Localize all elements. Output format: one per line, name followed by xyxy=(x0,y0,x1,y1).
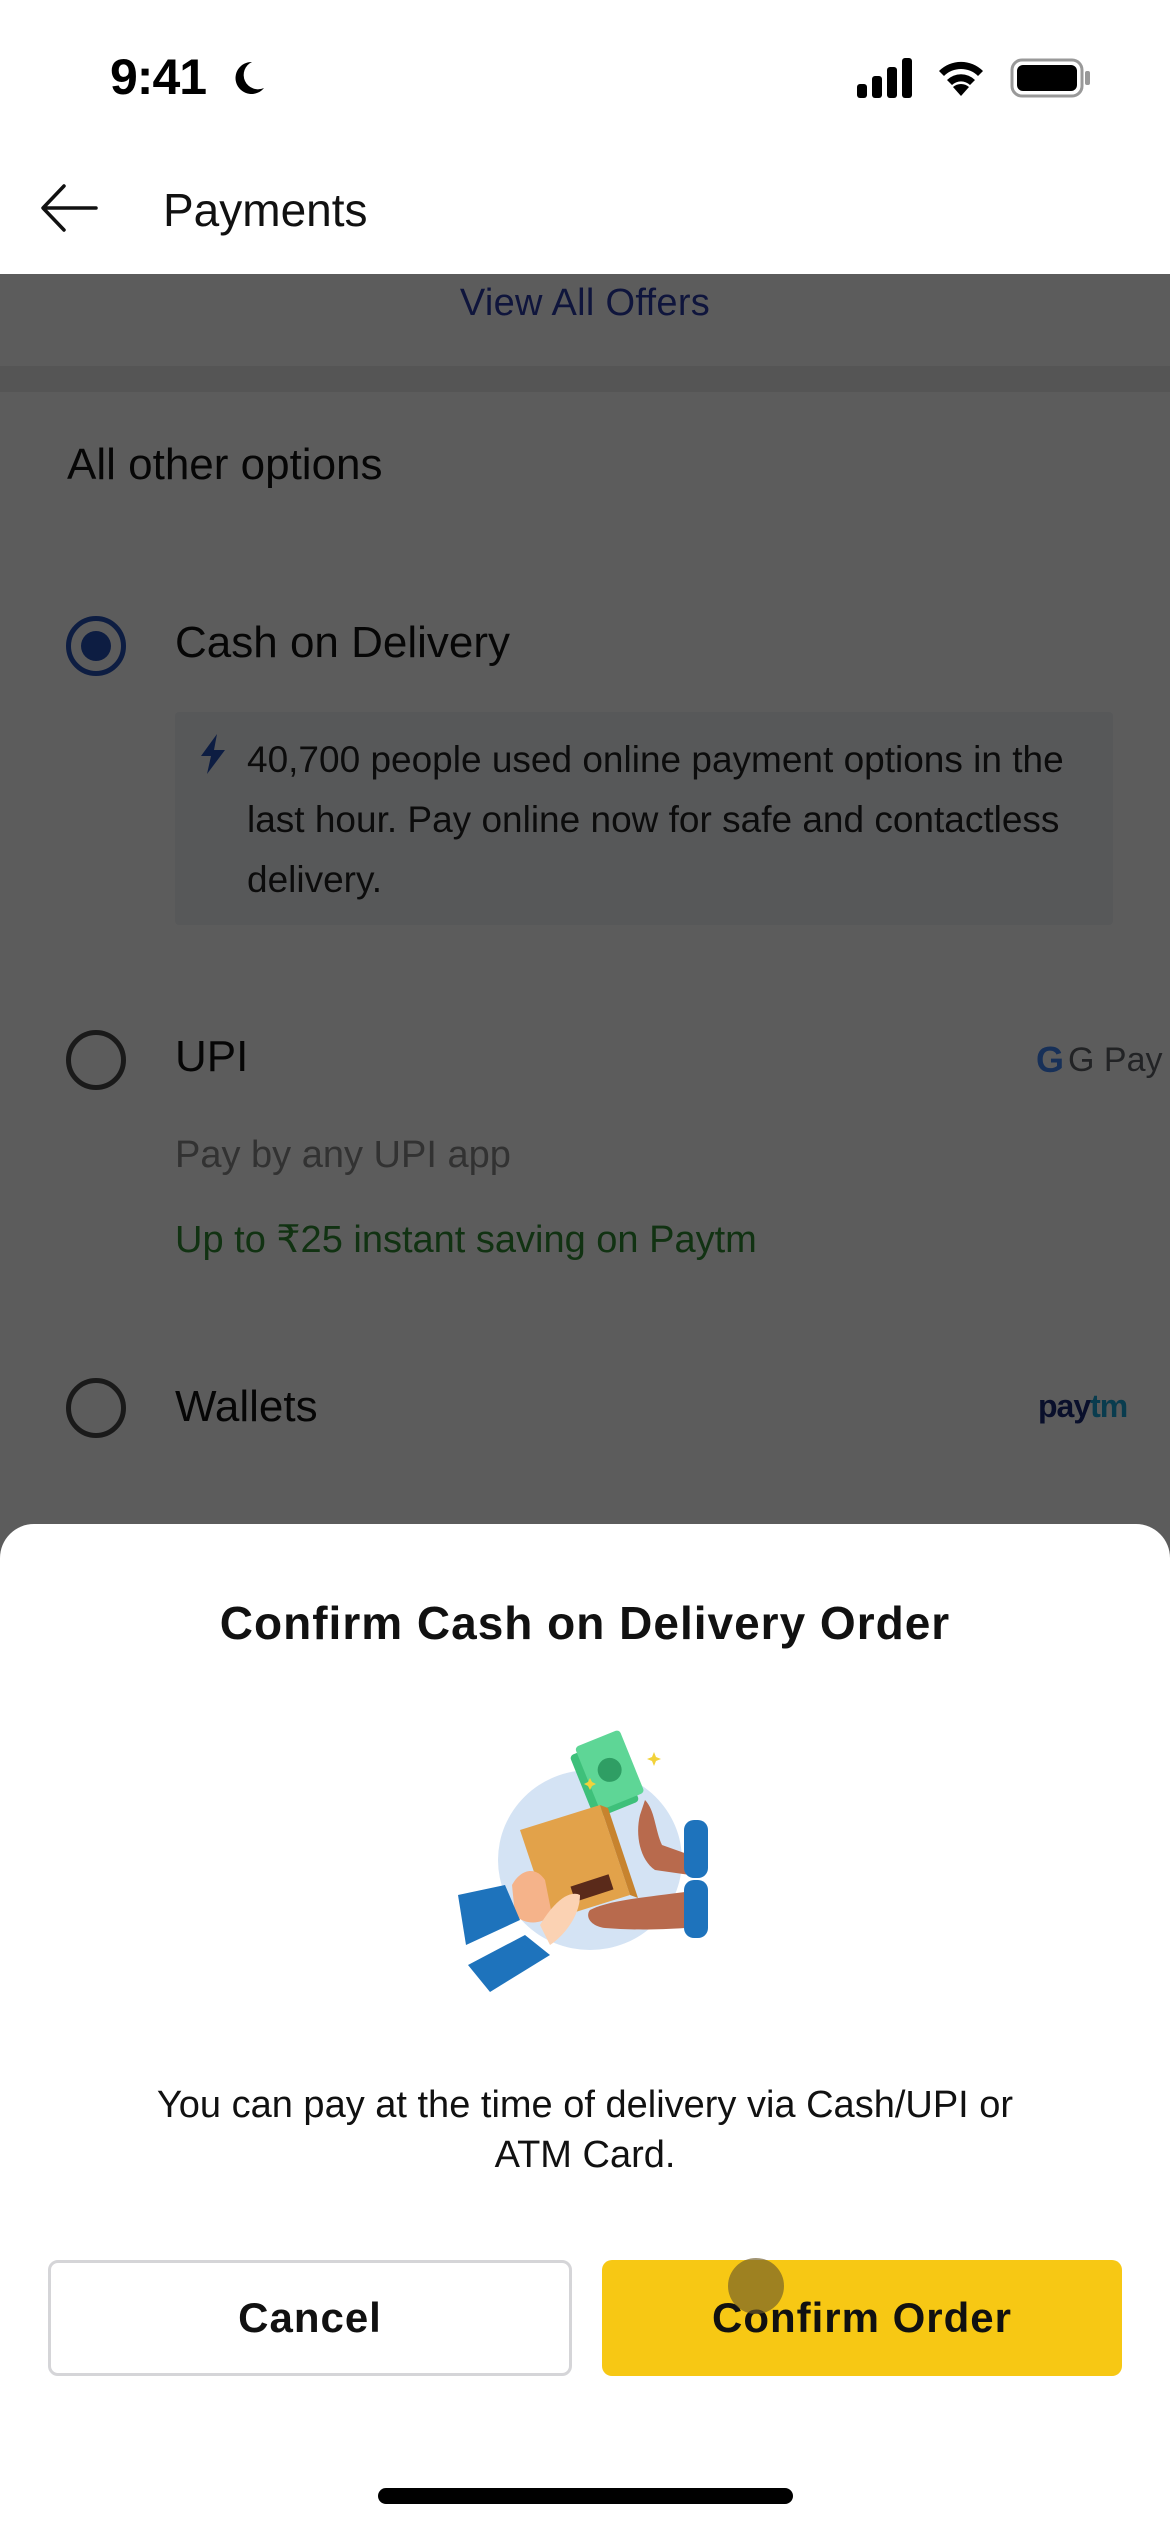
cellular-signal-icon xyxy=(857,58,912,98)
dialog-title: Confirm Cash on Delivery Order xyxy=(219,1597,951,1649)
dialog-body: You can pay at the time of delivery via … xyxy=(156,2084,1014,2176)
cash-handover-illustration xyxy=(458,1730,708,1992)
touch-indicator xyxy=(728,2258,784,2314)
battery-icon xyxy=(1010,58,1090,98)
page-title: Payments xyxy=(163,184,368,236)
home-indicator[interactable] xyxy=(378,2488,793,2504)
moon-icon xyxy=(235,61,264,94)
status-time: 9:41 xyxy=(110,49,207,105)
confirm-order-button[interactable]: Confirm Order xyxy=(602,2260,1122,2376)
arrow-left-icon xyxy=(41,184,98,232)
cancel-button[interactable]: Cancel xyxy=(48,2260,572,2376)
back-button[interactable] xyxy=(36,178,102,238)
wifi-icon xyxy=(939,61,983,96)
confirm-cod-sheet: Confirm Cash on Delivery Order You can p… xyxy=(0,1524,1170,2532)
status-bar: 9:41 xyxy=(0,0,1170,170)
